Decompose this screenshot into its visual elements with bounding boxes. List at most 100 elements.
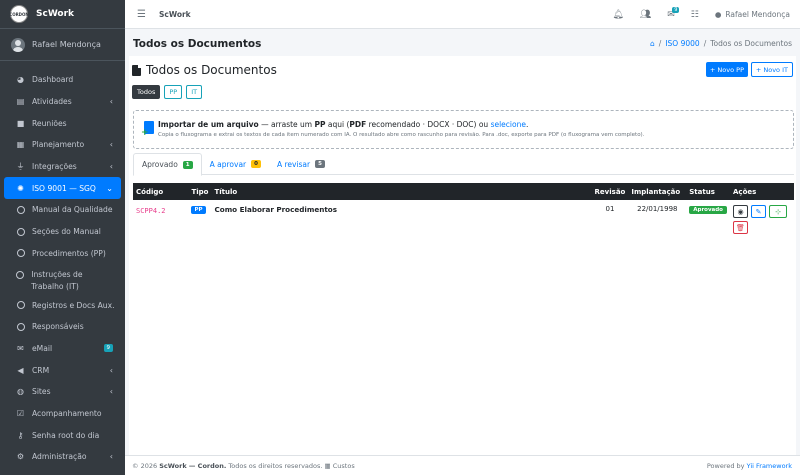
- import-dropzone[interactable]: Importar de um arquivo — arraste um PP a…: [133, 110, 794, 149]
- tab-label: A revisar: [276, 159, 311, 169]
- gear-icon: ⚙: [16, 452, 25, 462]
- key-icon: ⚷: [17, 430, 24, 440]
- sidebar-item-acompanhamento[interactable]: ☑ Acompanhamento: [4, 403, 121, 425]
- sidebar-item-label: Dashboard: [32, 75, 74, 85]
- tab-a-aprovar[interactable]: A aprovar 0: [202, 153, 269, 175]
- sidebar-item-senha-root[interactable]: ⚷ Senha root do dia: [4, 424, 121, 446]
- card-title-text: Todos os Documentos: [146, 63, 277, 77]
- mail-badge: 9: [672, 6, 680, 13]
- sidebar-item-responsaveis[interactable]: Responsáveis: [4, 316, 121, 338]
- clipboard-icon: ▤: [16, 97, 25, 107]
- users-icon[interactable]: 👥︎: [640, 10, 651, 20]
- new-it-button[interactable]: + Novo IT: [750, 62, 793, 77]
- circle-icon: [15, 204, 26, 215]
- chevron-left-icon: ‹: [109, 365, 113, 375]
- user-menu[interactable]: ● Rafael Mendonça: [715, 10, 790, 19]
- flowchart-button[interactable]: ⊹: [769, 205, 787, 218]
- breadcrumb-iso[interactable]: ISO 9000: [665, 39, 699, 48]
- sidebar-item-label: CRM: [32, 365, 50, 375]
- tab-label: A aprovar: [209, 159, 247, 169]
- document-title[interactable]: Como Elaborar Procedimentos: [214, 205, 337, 214]
- sidebar-item-iso9001[interactable]: ✺ ISO 9001 — SGQ ⌄: [4, 177, 121, 200]
- bell-icon[interactable]: 🔔︎: [612, 10, 623, 20]
- costs-link[interactable]: ▦ Custos: [325, 462, 355, 470]
- sidebar: CORDON ScWork Rafael Mendonça ◕ Dashboar…: [0, 0, 125, 475]
- col-status[interactable]: Status: [686, 183, 730, 200]
- main-content: Todos os Documentos ⌂ / ISO 9000 / Todos…: [125, 29, 800, 455]
- filter-pp[interactable]: PP: [164, 85, 183, 99]
- new-pp-button[interactable]: + Novo PP: [705, 62, 748, 77]
- globe-icon: ◍: [17, 387, 24, 397]
- file-import-icon: [141, 121, 154, 138]
- megaphone-icon: ◀: [17, 365, 24, 375]
- sidebar-item-planejamento[interactable]: ▦ Planejamento ‹: [4, 134, 121, 156]
- sidebar-item-email[interactable]: ✉ eMail 9: [4, 338, 121, 360]
- avatar: [11, 37, 25, 52]
- col-codigo[interactable]: Código: [133, 183, 188, 200]
- eye-icon: ◉: [737, 207, 744, 216]
- breadcrumb-separator: /: [703, 39, 707, 48]
- topbar: ☰ ScWork 🔔︎ 👥︎ ✉ 9 ☷ ● Rafael Mendonça: [125, 0, 800, 29]
- sidebar-item-administracao[interactable]: ⚙ Administração ‹: [4, 446, 121, 468]
- chevron-left-icon: ‹: [109, 97, 113, 107]
- sidebar-item-label: Registros e Docs Aux.: [32, 300, 115, 310]
- sidebar-item-label: Planejamento: [32, 140, 85, 150]
- hamburger-menu-icon[interactable]: ☰: [137, 9, 146, 20]
- chevron-left-icon: ‹: [109, 140, 113, 150]
- filter-todos[interactable]: Todos: [132, 85, 161, 99]
- edit-button[interactable]: ✎: [751, 205, 766, 218]
- sidebar-item-label: Procedimentos (PP): [32, 248, 106, 258]
- pencil-icon: ✎: [755, 207, 762, 216]
- sidebar-item-atividades[interactable]: ▤ Atividades ‹: [4, 91, 121, 113]
- delete-button[interactable]: 🗑︎: [733, 221, 748, 234]
- document-icon: [132, 64, 141, 76]
- status-badge: Aprovado: [689, 206, 727, 214]
- sidebar-item-label: ISO 9001 — SGQ: [32, 183, 96, 193]
- filter-it[interactable]: IT: [186, 85, 203, 99]
- sidebar-item-reunioes[interactable]: ■ Reuniões: [4, 112, 121, 134]
- sidebar-item-label: Administração: [32, 452, 87, 462]
- sidebar-item-dashboard[interactable]: ◕ Dashboard: [4, 69, 121, 91]
- view-button[interactable]: ◉: [733, 205, 748, 218]
- cell-revision: 01: [605, 205, 615, 213]
- sidebar-item-secoes-manual[interactable]: Seções do Manual: [4, 221, 121, 243]
- sidebar-item-instrucoes[interactable]: Instruções de Trabalho (IT): [4, 264, 121, 294]
- footer: © 2026 ScWork — Cordon. Todos os direito…: [125, 455, 800, 475]
- breadcrumb: ⌂ / ISO 9000 / Todos os Documentos: [650, 39, 792, 48]
- user-panel[interactable]: Rafael Mendonça: [0, 29, 125, 61]
- sidebar-item-registros[interactable]: Registros e Docs Aux.: [4, 294, 121, 316]
- sidebar-item-crm[interactable]: ◀ CRM ‹: [4, 359, 121, 381]
- sidebar-item-manual-qualidade[interactable]: Manual da Qualidade: [4, 199, 121, 221]
- chevron-left-icon: ‹: [109, 162, 113, 172]
- framework-link[interactable]: Yii Framework: [747, 462, 792, 470]
- col-acoes: Ações: [733, 187, 757, 196]
- tab-a-revisar[interactable]: A revisar 5: [269, 153, 333, 175]
- trash-icon: 🗑︎: [736, 223, 745, 232]
- import-hint: Copia o fluxograma e extrai os textos de…: [158, 132, 645, 138]
- topbar-actions: 🔔︎ 👥︎ ✉ 9 ☷ ● Rafael Mendonça: [612, 0, 790, 29]
- col-implantacao[interactable]: Implantação: [628, 183, 686, 200]
- cell-actions: ◉ ✎ ⊹ 🗑︎: [730, 200, 794, 239]
- topbar-title[interactable]: ScWork: [159, 10, 191, 19]
- brand[interactable]: CORDON ScWork: [0, 0, 125, 29]
- user-name: Rafael Mendonça: [32, 40, 101, 49]
- col-titulo[interactable]: Título: [211, 183, 591, 200]
- table-header-row: Código Tipo Título Revisão Implantação S…: [133, 183, 794, 200]
- mail-icon[interactable]: ✉ 9: [667, 6, 680, 20]
- plug-icon: ⏚: [16, 162, 25, 172]
- cell-code: SCPP4.2: [136, 207, 166, 215]
- home-icon[interactable]: ⌂: [650, 39, 655, 48]
- list-icon[interactable]: ☷: [691, 10, 699, 20]
- sidebar-item-integracoes[interactable]: ⏚ Integrações ‹: [4, 156, 121, 178]
- col-revisao[interactable]: Revisão: [592, 183, 629, 200]
- sidebar-item-label: Integrações: [32, 162, 77, 172]
- tab-aprovado[interactable]: Aprovado 1: [133, 153, 202, 176]
- col-tipo[interactable]: Tipo: [188, 183, 211, 200]
- select-file-link[interactable]: selecione: [491, 120, 526, 129]
- chevron-left-icon: ‹: [109, 452, 113, 462]
- documents-table: Código Tipo Título Revisão Implantação S…: [133, 183, 794, 239]
- iso-icon: ✺: [17, 183, 24, 193]
- circle-icon: [15, 226, 26, 237]
- sidebar-item-sites[interactable]: ◍ Sites ‹: [4, 381, 121, 403]
- sidebar-item-procedimentos[interactable]: Procedimentos (PP): [4, 243, 121, 265]
